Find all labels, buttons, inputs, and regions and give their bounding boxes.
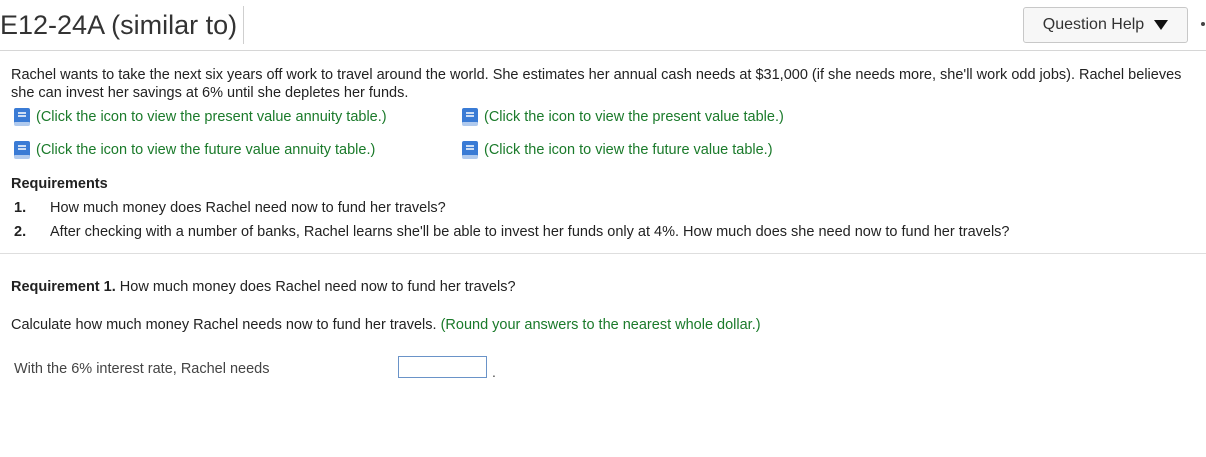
page-title: E12-24A (similar to) [0,6,245,44]
link-label[interactable]: (Click the icon to view the future value… [484,142,773,158]
present-value-link[interactable]: (Click the icon to view the present valu… [459,106,784,128]
more-icon[interactable] [1201,22,1205,26]
book-icon[interactable] [11,139,33,161]
requirement-item: 1. How much money does Rachel need now to… [14,200,446,216]
question-help-label: Question Help [1042,16,1145,33]
question-help-button[interactable]: Question Help [1023,7,1188,43]
requirement-item: 2. After checking with a number of banks,… [14,224,1010,240]
requirement-1-text: How much money does Rachel need now to f… [119,279,516,295]
answer-label: With the 6% interest rate, Rachel needs [14,361,270,377]
requirement-number: 2. [14,224,27,240]
requirements-heading: Requirements [11,176,108,192]
link-label[interactable]: (Click the icon to view the future value… [36,142,375,158]
requirement-1-label: Requirement 1. [11,279,116,295]
rounding-hint: (Round your answers to the nearest whole… [440,317,761,333]
book-icon[interactable] [11,106,33,128]
answer-input[interactable] [398,356,487,378]
section-divider [0,253,1206,254]
requirement-1-heading: Requirement 1. How much money does Rache… [11,279,516,295]
calculation-instruction: Calculate how much money Rachel needs no… [11,317,761,333]
answer-suffix: . [492,364,496,380]
present-value-annuity-link[interactable]: (Click the icon to view the present valu… [11,106,387,128]
requirement-text: After checking with a number of banks, R… [50,224,1010,240]
book-icon[interactable] [459,106,481,128]
link-label[interactable]: (Click the icon to view the present valu… [36,109,387,125]
calc-text: Calculate how much money Rachel needs no… [11,317,437,333]
requirement-text: How much money does Rachel need now to f… [50,200,446,216]
link-label[interactable]: (Click the icon to view the present valu… [484,109,784,125]
problem-statement: Rachel wants to take the next six years … [11,67,1182,101]
caret-down-icon [1154,20,1169,30]
future-value-link[interactable]: (Click the icon to view the future value… [459,139,773,161]
future-value-annuity-link[interactable]: (Click the icon to view the future value… [11,139,375,161]
requirement-number: 1. [14,200,27,216]
book-icon[interactable] [459,139,481,161]
header-bar: E12-24A (similar to) Question Help [0,0,1206,51]
